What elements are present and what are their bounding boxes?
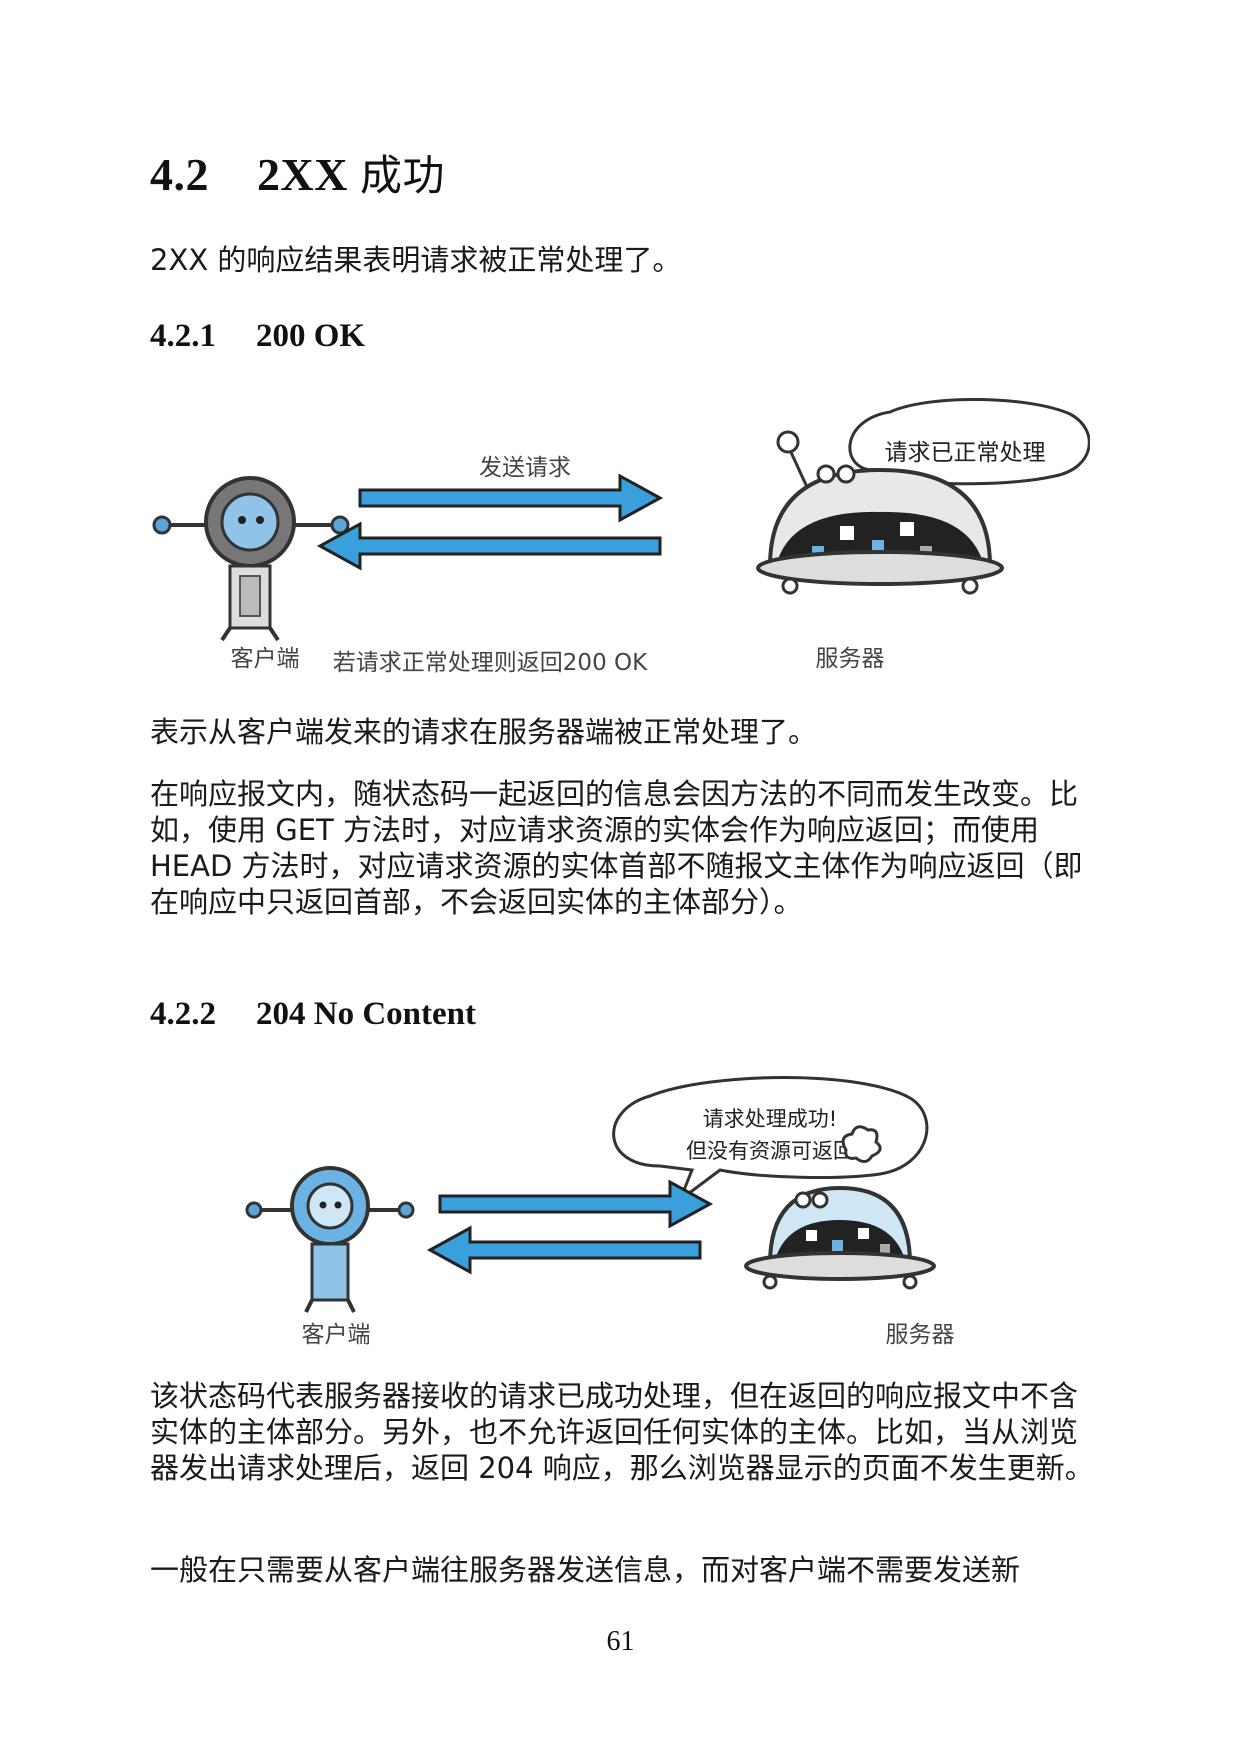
bubble-text-line1: 请求处理成功! <box>703 1107 837 1131</box>
server-label: 服务器 <box>816 646 885 672</box>
subsection-heading-200: 4.2.1 200 OK <box>150 318 365 355</box>
subsection-number: 4.2.2 <box>150 996 216 1032</box>
client-label: 客户端 <box>231 646 300 672</box>
send-request-label: 发送请求 <box>479 455 571 481</box>
server-label: 服务器 <box>886 1322 955 1348</box>
figure-200-ok: 请求已正常处理 发送请求 客户端 若请求正常处理则返回200 OK 服务器 <box>152 398 1090 676</box>
return-label: 若请求正常处理则返回200 OK <box>333 650 648 676</box>
paragraph-204-usage: 一般在只需要从客户端往服务器发送信息，而对客户端不需要发送新 <box>150 1553 1021 1587</box>
request-arrow <box>438 1179 714 1229</box>
subsection-number: 4.2.1 <box>150 318 216 354</box>
paragraph-204-detail: 该状态码代表服务器接收的请求已成功处理，但在返回的响应报文中不含实体的主体部分。… <box>150 1379 1094 1485</box>
book-page: 4.2 2XX 成功 2XX 的响应结果表明请求被正常处理了。 4.2.1 200 … <box>0 0 1241 1754</box>
bubble-text-line2: 但没有资源可返回 <box>686 1139 854 1163</box>
client-robot-icon <box>245 1166 415 1313</box>
client-label: 客户端 <box>302 1322 371 1348</box>
section-title-en: 2XX <box>257 149 348 200</box>
section-number: 4.2 <box>150 149 209 200</box>
page-number: 61 <box>606 1626 635 1657</box>
paragraph-200-summary: 表示从客户端发来的请求在服务器端被正常处理了。 <box>150 715 818 749</box>
bubble-text: 请求已正常处理 <box>885 440 1046 466</box>
section-title-cn: 成功 <box>359 151 445 200</box>
request-arrow <box>358 473 664 523</box>
figure-204-no-content: 请求处理成功! 但没有资源可返回 客户端 服务器 <box>245 1076 955 1348</box>
response-arrow <box>426 1225 702 1275</box>
section-heading: 4.2 2XX 成功 <box>150 142 445 203</box>
subsection-title: 200 OK <box>256 318 366 354</box>
subsection-heading-204: 4.2.2 204 No Content <box>150 996 476 1033</box>
response-arrow <box>316 521 662 571</box>
intro-paragraph: 2XX 的响应结果表明请求被正常处理了。 <box>150 243 682 277</box>
client-robot-icon <box>152 476 350 642</box>
paragraph-200-detail: 在响应报文内，随状态码一起返回的信息会因方法的不同而发生改变。比如，使用 GET… <box>150 777 1083 919</box>
subsection-title: 204 No Content <box>256 996 476 1032</box>
